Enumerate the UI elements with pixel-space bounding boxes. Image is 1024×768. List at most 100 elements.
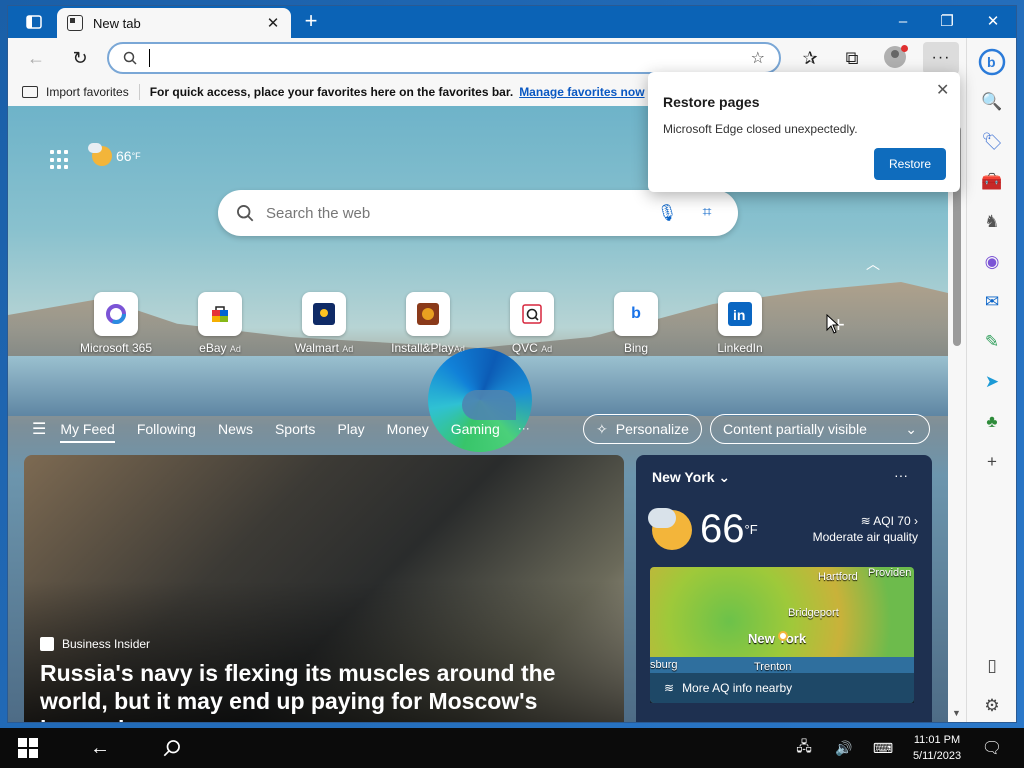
chevron-down-icon: ⌄ [905, 420, 917, 437]
new-tab-button[interactable]: + [298, 10, 324, 34]
microsoft-365-icon: ◉ [984, 252, 1000, 271]
sidebar-drop-button[interactable]: ✎ [976, 326, 1008, 358]
tab-play[interactable]: Play [337, 421, 364, 437]
map-label: Bridgeport [788, 607, 839, 619]
network-icon[interactable]: 🖧 [790, 728, 818, 768]
dialog-title: Restore pages [663, 94, 760, 110]
address-input[interactable] [152, 50, 751, 66]
taskbar-clock[interactable]: 11:01 PM 5/11/2023 [902, 732, 972, 764]
manage-favorites-link[interactable]: Manage favorites now [519, 85, 644, 99]
sidebar-send-button[interactable]: ➤ [976, 366, 1008, 398]
web-search-box[interactable]: Search the web 🎙 ⌗ [218, 190, 738, 236]
more-dots-icon: ··· [931, 49, 951, 66]
close-tab-icon[interactable]: ✕ [265, 14, 281, 32]
search-icon [237, 205, 254, 222]
tab-my-feed[interactable]: My Feed [60, 421, 116, 443]
quicklink-microsoft-365[interactable]: Microsoft 365 [78, 292, 154, 355]
tab-news[interactable]: News [218, 421, 253, 437]
weather-card[interactable]: New York ⌄ ··· 66 °F ≋ AQI 70 › Moderate … [636, 455, 932, 722]
favorites-button[interactable]: ✰ [794, 42, 826, 74]
chess-piece-icon: ♞ [984, 212, 1000, 231]
close-dialog-icon[interactable]: ✕ [936, 80, 949, 100]
start-button[interactable] [8, 728, 48, 768]
hamburger-menu-icon[interactable]: ☰ [32, 419, 46, 439]
sidebar-tree-button[interactable]: ♣ [976, 406, 1008, 438]
personalize-icon: ✧ [596, 420, 608, 437]
page-scrollbar[interactable]: ▲ ▼ [948, 106, 966, 722]
feed-more-icon[interactable]: ··· [518, 421, 530, 437]
collections-icon: ⧉ [845, 47, 859, 68]
address-bar[interactable]: ☆ [107, 42, 781, 74]
news-card[interactable]: Business Insider Russia's navy is flexin… [24, 455, 624, 722]
restore-button[interactable]: Restore [874, 148, 946, 180]
taskbar-search-button[interactable] [152, 728, 192, 768]
linkedin-icon: in [718, 292, 762, 336]
refresh-button[interactable]: ↻ [64, 42, 96, 74]
partly-cloudy-night-icon [648, 507, 692, 550]
sidebar-add-button[interactable]: + [976, 446, 1008, 478]
shopping-tag-icon: 🏷 [981, 132, 1003, 151]
quicklink-walmart[interactable]: Walmart Ad [286, 292, 362, 355]
back-button[interactable]: ← [20, 42, 52, 74]
tab-gaming[interactable]: Gaming [451, 421, 500, 437]
quicklink-linkedin[interactable]: in LinkedIn [702, 292, 778, 355]
sidebar-search-button[interactable]: 🔍 [976, 86, 1008, 118]
quicklink-bing[interactable]: b Bing [598, 292, 674, 355]
sidebar-outlook-button[interactable]: ✉ [976, 286, 1008, 318]
favbar-divider [138, 84, 140, 100]
quicklink-ebay[interactable]: eBay Ad [182, 292, 258, 355]
close-window-button[interactable]: ✕ [970, 6, 1016, 38]
tab-new-tab[interactable]: New tab ✕ [57, 8, 291, 38]
weather-mini-temp: 66 [116, 148, 132, 164]
tab-following[interactable]: Following [137, 421, 196, 437]
text-caret [149, 49, 150, 67]
more-aq-info-link[interactable]: ≋ More AQ info nearby [650, 673, 914, 703]
bing-chat-button[interactable]: b [976, 46, 1008, 78]
volume-icon[interactable]: 🔊 [830, 728, 858, 768]
map-label: Providen [868, 567, 912, 579]
microphone-icon[interactable]: 🎙 [654, 200, 680, 226]
collapse-chevron-icon[interactable]: ︿ [866, 254, 880, 274]
news-headline[interactable]: Russia's navy is flexing its muscles aro… [40, 659, 610, 722]
air-quality[interactable]: ≋ AQI 70 › Moderate air quality [798, 513, 918, 545]
import-favorites-button[interactable]: Import favorites [22, 85, 129, 99]
tab-actions-button[interactable] [16, 10, 52, 34]
notifications-icon[interactable]: 🗨 [978, 728, 1006, 768]
partly-cloudy-night-icon [88, 143, 112, 166]
browser-window: New tab ✕ + – ❐ ✕ ← ↻ ☆ ✰ ⧉ ··· Import f… [8, 6, 1016, 722]
sidebar-tools-button[interactable]: 🧰 [976, 166, 1008, 198]
weather-location[interactable]: New York ⌄ [652, 469, 730, 486]
tab-money[interactable]: Money [387, 421, 429, 437]
quicklink-install-play[interactable]: Install&PlayAd [390, 292, 466, 355]
quick-links: Microsoft 365 eBay Ad Walmart Ad Install… [78, 292, 798, 362]
map-label: Trenton [754, 661, 792, 673]
minimize-button[interactable]: – [880, 6, 926, 38]
collections-button[interactable]: ⧉ [836, 42, 868, 74]
import-favorites-label: Import favorites [46, 85, 129, 99]
search-icon [123, 51, 137, 65]
weather-mini[interactable]: 66 °F [88, 143, 141, 166]
weather-more-icon[interactable]: ··· [894, 467, 908, 483]
scroll-down-icon[interactable]: ▼ [952, 708, 961, 718]
sidebar-microsoft-365-button[interactable]: ◉ [976, 246, 1008, 278]
drop-icon: ✎ [984, 332, 1000, 351]
keyboard-icon[interactable]: ⌨ [868, 728, 898, 768]
app-launcher-icon[interactable] [50, 150, 70, 170]
add-favorite-icon[interactable]: ☆ [751, 48, 765, 68]
bing-icon: b [614, 292, 658, 336]
quicklink-qvc[interactable]: QVC Ad [494, 292, 570, 355]
edge-sidebar: b 🔍 🏷 🧰 ♞ ◉ ✉ ✎ ➤ ♣ + ▯ ⚙ [966, 38, 1016, 722]
sidebar-shopping-button[interactable]: 🏷 [976, 126, 1008, 158]
personalize-label: Personalize [615, 421, 689, 437]
taskbar-back-button[interactable]: ← [80, 728, 120, 768]
restore-window-button[interactable]: ❐ [924, 6, 970, 38]
sidebar-games-button[interactable]: ♞ [976, 206, 1008, 238]
tab-sports[interactable]: Sports [275, 421, 315, 437]
clock-time: 11:01 PM [913, 734, 961, 746]
visual-search-icon[interactable]: ⌗ [694, 200, 720, 226]
personalize-button[interactable]: ✧ Personalize [583, 414, 702, 444]
content-visibility-dropdown[interactable]: Content partially visible ⌄ [710, 414, 930, 444]
settings-more-button[interactable]: ··· [923, 42, 959, 74]
hide-sidebar-button[interactable]: ▯ [976, 650, 1008, 682]
sidebar-settings-button[interactable]: ⚙ [976, 690, 1008, 722]
